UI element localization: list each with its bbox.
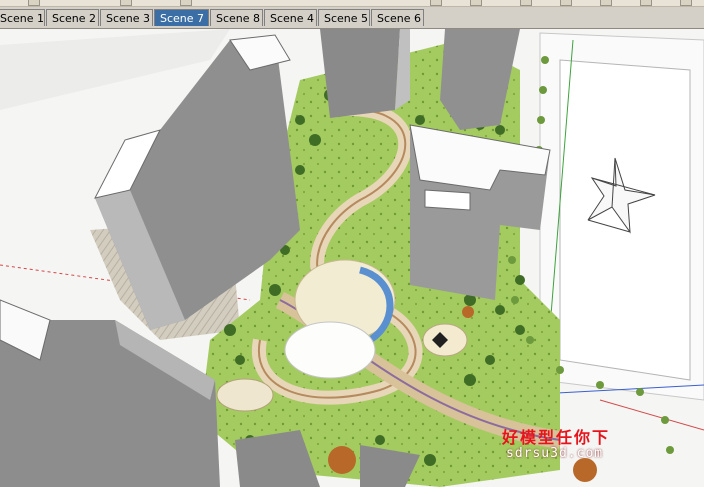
tab-scene-7[interactable]: Scene 7 xyxy=(154,9,209,26)
tab-scene-3[interactable]: Scene 3 xyxy=(100,9,153,26)
model-viewport[interactable] xyxy=(0,29,704,487)
feature-circle xyxy=(462,306,474,318)
toolbar-icon[interactable] xyxy=(470,0,482,6)
toolbar-icon[interactable] xyxy=(430,0,442,6)
feature-circle xyxy=(573,458,597,482)
feature-circle xyxy=(328,446,356,474)
tab-scene-4[interactable]: Scene 4 xyxy=(264,9,317,26)
white-plaza xyxy=(284,321,376,379)
toolbar-strip xyxy=(0,0,704,7)
toolbar-icon[interactable] xyxy=(560,0,572,6)
tab-scene-8[interactable]: Scene 8 xyxy=(210,9,263,26)
scene-tab-bar: Scene 1 Scene 2 Scene 3 Scene 7 Scene 8 … xyxy=(0,7,704,29)
west-plaza xyxy=(216,378,274,412)
toolbar-icon[interactable] xyxy=(680,0,692,6)
toolbar-icon[interactable] xyxy=(180,0,192,6)
landscape-model-render xyxy=(0,29,704,487)
toolbar-icon[interactable] xyxy=(28,0,40,6)
tab-scene-6[interactable]: Scene 6 xyxy=(371,9,424,26)
sketchup-window: Scene 1 Scene 2 Scene 3 Scene 7 Scene 8 … xyxy=(0,0,704,487)
building-tower-north xyxy=(320,29,410,118)
toolbar-icon[interactable] xyxy=(640,0,652,6)
tab-scene-1[interactable]: Scene 1 xyxy=(0,9,45,26)
tab-scene-2[interactable]: Scene 2 xyxy=(46,9,99,26)
tab-scene-5[interactable]: Scene 5 xyxy=(318,9,370,26)
toolbar-icon[interactable] xyxy=(600,0,612,6)
toolbar-icon[interactable] xyxy=(120,0,132,6)
toolbar-icon[interactable] xyxy=(520,0,532,6)
